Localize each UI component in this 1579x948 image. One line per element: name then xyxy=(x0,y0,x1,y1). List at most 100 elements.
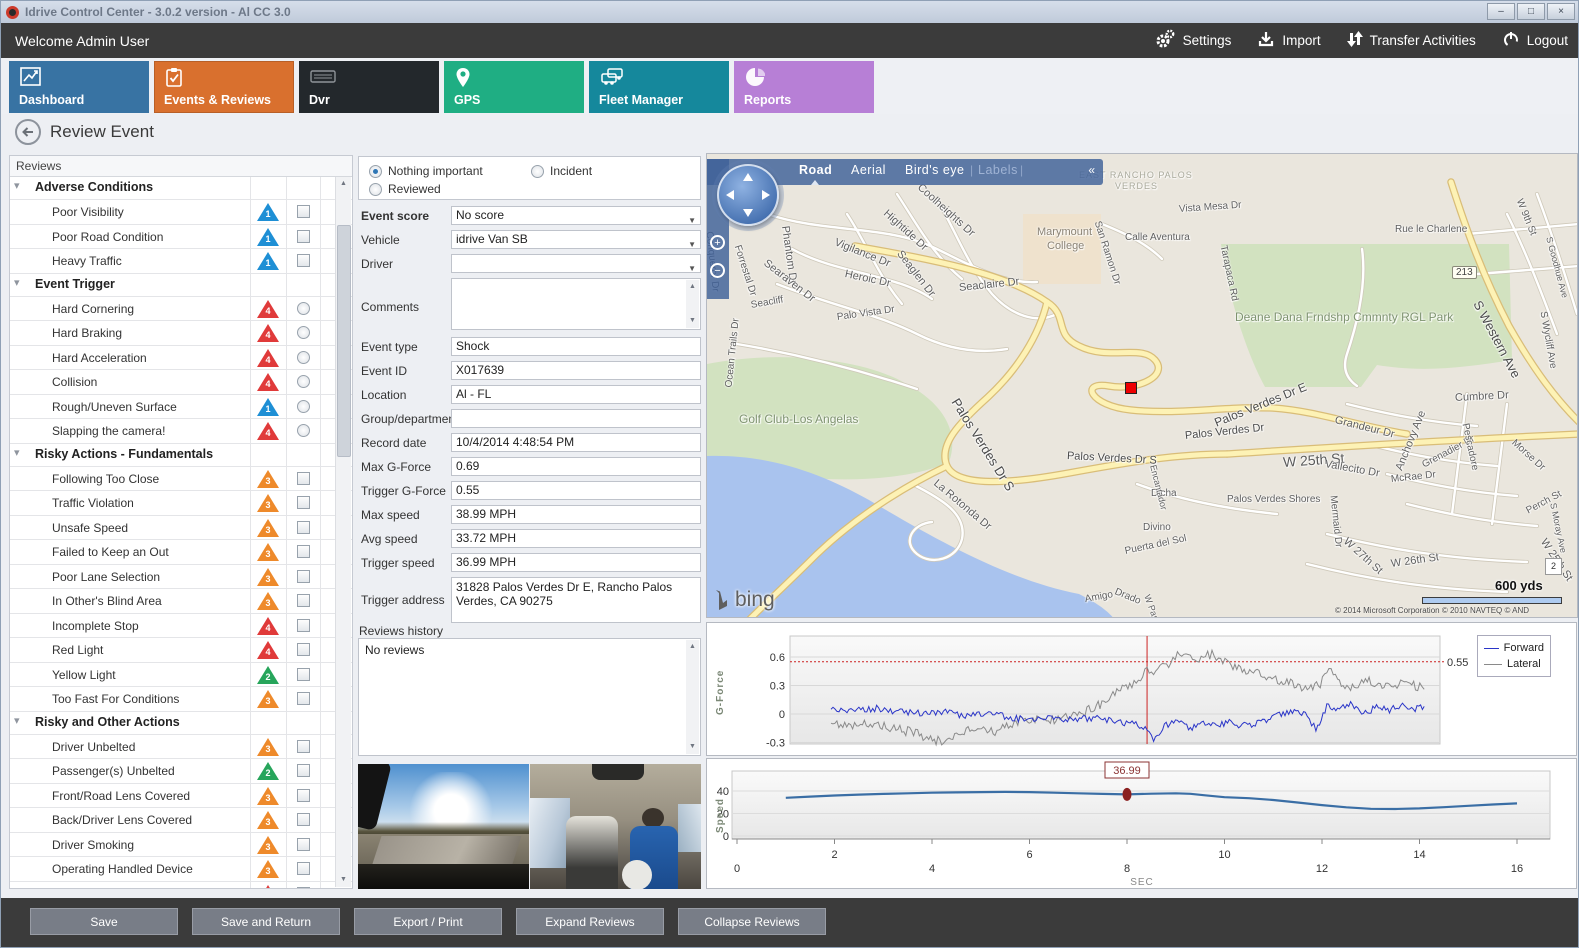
item-checkbox[interactable] xyxy=(297,230,310,243)
tree-item-row[interactable]: Poor Road Condition1 xyxy=(10,225,352,250)
pan-down-icon[interactable] xyxy=(743,209,753,217)
trigger-address-field[interactable]: 31828 Palos Verdes Dr E, Rancho Palos Ve… xyxy=(451,577,701,623)
collapse-icon[interactable]: ▾ xyxy=(14,276,20,289)
back-button[interactable] xyxy=(14,118,42,146)
tree-item-row[interactable]: Hard Acceleration4 xyxy=(10,346,352,371)
item-checkbox[interactable] xyxy=(297,643,310,656)
item-checkbox[interactable] xyxy=(297,764,310,777)
item-radio[interactable] xyxy=(297,351,310,364)
item-checkbox[interactable] xyxy=(297,594,310,607)
tab-dvr[interactable]: Dvr xyxy=(299,61,439,113)
item-checkbox[interactable] xyxy=(297,692,310,705)
tree-item-row[interactable]: Red Light4 xyxy=(10,638,352,663)
tree-item-row[interactable]: Slapping the camera!4 xyxy=(10,419,352,444)
map[interactable]: EAST RANCHO PALOSVERDESMarymountCollegeD… xyxy=(706,153,1578,618)
status-option-nothing-important[interactable]: Nothing important xyxy=(369,164,483,178)
collapse-reviews-button[interactable]: Collapse Reviews xyxy=(678,908,826,935)
close-button[interactable]: × xyxy=(1547,3,1575,20)
tree-group-row[interactable]: ▾Risky and Other Actions xyxy=(10,712,352,735)
map-view-labels[interactable]: Labels xyxy=(978,163,1018,177)
tree-item-row[interactable]: Following Too Close3 xyxy=(10,467,352,492)
tree-item-row[interactable]: Rough/Uneven Surface1 xyxy=(10,395,352,420)
pan-right-icon[interactable] xyxy=(762,190,770,200)
expand-reviews-button[interactable]: Expand Reviews xyxy=(516,908,664,935)
tree-item-row[interactable]: Hard Cornering4 xyxy=(10,297,352,322)
tree-item-row[interactable]: Collision4 xyxy=(10,370,352,395)
vehicle-dropdown[interactable]: idrive Van SB▼ xyxy=(451,230,701,249)
item-radio[interactable] xyxy=(297,400,310,413)
tree-item-row[interactable]: Operating Handled Device3 xyxy=(10,857,352,882)
item-radio[interactable] xyxy=(297,326,310,339)
settings-button[interactable]: Settings xyxy=(1154,29,1232,52)
tab-dashboard[interactable]: Dashboard xyxy=(9,61,149,113)
scroll-down-icon[interactable]: ▼ xyxy=(336,873,351,887)
item-checkbox[interactable] xyxy=(297,472,310,485)
status-option-incident[interactable]: Incident xyxy=(531,164,592,178)
logout-button[interactable]: Logout xyxy=(1502,30,1568,51)
item-checkbox[interactable] xyxy=(297,521,310,534)
scrollbar-thumb[interactable] xyxy=(337,225,351,457)
map-view-aerial[interactable]: Aerial xyxy=(851,163,886,177)
tree-item-row[interactable]: Poor Visibility1 xyxy=(10,200,352,225)
import-button[interactable]: Import xyxy=(1257,30,1320,51)
item-checkbox[interactable] xyxy=(297,545,310,558)
group-department-field[interactable] xyxy=(451,409,701,428)
item-radio[interactable] xyxy=(297,424,310,437)
item-checkbox[interactable] xyxy=(297,570,310,583)
tree-item-row[interactable]: Front/Road Lens Covered3 xyxy=(10,784,352,809)
tab-events-reviews[interactable]: Events & Reviews xyxy=(154,61,294,113)
event-type-field[interactable]: Shock xyxy=(451,337,701,356)
item-checkbox[interactable] xyxy=(297,619,310,632)
item-checkbox[interactable] xyxy=(297,496,310,509)
video-frame-road[interactable] xyxy=(358,764,529,889)
maximize-button[interactable]: □ xyxy=(1517,3,1545,20)
record-date-field[interactable]: 10/4/2014 4:48:54 PM xyxy=(451,433,701,452)
item-checkbox[interactable] xyxy=(297,205,310,218)
max-speed-field[interactable]: 38.99 MPH xyxy=(451,505,701,524)
tree-group-row[interactable]: ▾Risky Actions - Fundamentals xyxy=(10,444,352,467)
pan-left-icon[interactable] xyxy=(726,190,734,200)
map-view-road[interactable]: Road xyxy=(799,163,832,177)
zoom-in-button[interactable]: + xyxy=(710,235,725,250)
event-id-field[interactable]: X017639 xyxy=(451,361,701,380)
tree-item-row[interactable]: Tampering/Abusing Equipment4 xyxy=(10,882,352,890)
item-checkbox[interactable] xyxy=(297,789,310,802)
zoom-out-button[interactable]: − xyxy=(710,263,725,278)
reviews-history-scrollbar[interactable]: ▲ ▼ xyxy=(686,640,699,754)
textarea-scrollbar[interactable]: ▲▼ xyxy=(686,280,699,328)
item-radio[interactable] xyxy=(297,375,310,388)
status-option-reviewed[interactable]: Reviewed xyxy=(369,182,441,196)
tab-fleet-manager[interactable]: Fleet Manager xyxy=(589,61,729,113)
tree-item-row[interactable]: Failed to Keep an Out3 xyxy=(10,540,352,565)
tab-reports[interactable]: Reports xyxy=(734,61,874,113)
tree-item-row[interactable]: Incomplete Stop4 xyxy=(10,614,352,639)
collapse-icon[interactable]: ▾ xyxy=(14,714,20,727)
item-checkbox[interactable] xyxy=(297,887,310,890)
scroll-up-icon[interactable]: ▲ xyxy=(686,640,699,654)
tree-item-row[interactable]: Yellow Light2 xyxy=(10,663,352,688)
item-radio[interactable] xyxy=(297,302,310,315)
minimize-button[interactable]: – xyxy=(1487,3,1515,20)
tree-group-row[interactable]: ▾Event Trigger xyxy=(10,274,352,297)
tree-item-row[interactable]: Heavy Traffic1 xyxy=(10,249,352,274)
map-pan-control[interactable] xyxy=(717,164,779,226)
item-checkbox[interactable] xyxy=(297,740,310,753)
item-checkbox[interactable] xyxy=(297,668,310,681)
radio-icon[interactable] xyxy=(369,183,382,196)
comments-field[interactable]: ▲▼ xyxy=(451,278,701,330)
trigger-speed-field[interactable]: 36.99 MPH xyxy=(451,553,701,572)
tree-item-row[interactable]: Passenger(s) Unbelted2 xyxy=(10,759,352,784)
video-frame-cabin[interactable] xyxy=(530,764,701,889)
map-view-bird-s-eye[interactable]: Bird's eye xyxy=(905,163,965,177)
collapse-icon[interactable]: ▾ xyxy=(14,446,20,459)
transfer-activities-button[interactable]: Transfer Activities xyxy=(1347,30,1476,51)
event-score-dropdown[interactable]: No score▼ xyxy=(451,206,701,225)
save-button[interactable]: Save xyxy=(30,908,178,935)
location-field[interactable]: Al - FL xyxy=(451,385,701,404)
scroll-up-icon[interactable]: ▲ xyxy=(336,177,351,191)
tree-item-row[interactable]: Poor Lane Selection3 xyxy=(10,565,352,590)
tree-item-row[interactable]: Back/Driver Lens Covered3 xyxy=(10,808,352,833)
driver-dropdown[interactable]: ▼ xyxy=(451,254,701,273)
item-checkbox[interactable] xyxy=(297,813,310,826)
pan-up-icon[interactable] xyxy=(743,173,753,181)
